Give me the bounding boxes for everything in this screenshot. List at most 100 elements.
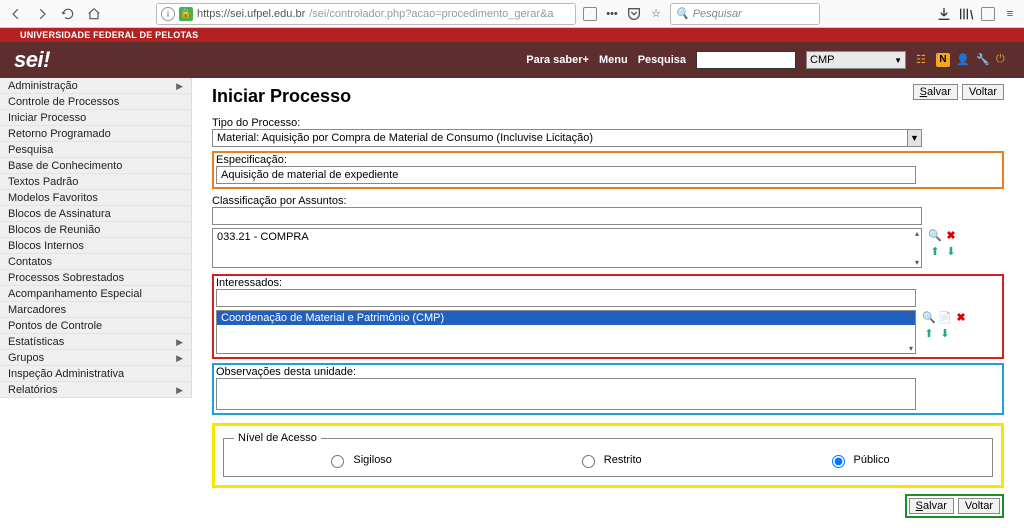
edit-icon[interactable]: 📄: [938, 310, 952, 324]
sidebar-item-0[interactable]: Administração▶: [0, 78, 191, 94]
sidebar-item-6[interactable]: Textos Padrão: [0, 174, 191, 190]
forward-button[interactable]: [32, 4, 52, 24]
classificacao-list[interactable]: 033.21 - COMPRA ▴ ▾: [212, 228, 922, 268]
logout-icon[interactable]: ⏻: [996, 53, 1010, 67]
unit-select[interactable]: CMP ▼: [806, 51, 906, 69]
sidebar-item-9[interactable]: Blocos de Reunião: [0, 222, 191, 238]
interessados-input[interactable]: [216, 289, 916, 307]
sidebar-item-label: Iniciar Processo: [8, 110, 86, 126]
search-icon[interactable]: 🔍: [928, 228, 942, 242]
user-icon[interactable]: 👤: [956, 53, 970, 67]
scroll-up-icon[interactable]: ▴: [915, 229, 921, 238]
especificacao-value: Aquisição de material de expediente: [221, 169, 398, 181]
reload-button[interactable]: [58, 4, 78, 24]
interessados-item[interactable]: Coordenação de Material e Patrimônio (CM…: [217, 311, 915, 325]
move-up-icon[interactable]: ⬆: [928, 244, 942, 258]
sidebar-item-18[interactable]: Inspeção Administrativa: [0, 366, 191, 382]
header-menu[interactable]: Menu: [599, 54, 628, 66]
news-icon[interactable]: N: [936, 53, 950, 67]
salvar-button-top[interactable]: Salvar: [913, 84, 958, 100]
sidebar-item-5[interactable]: Base de Conhecimento: [0, 158, 191, 174]
more-icon[interactable]: •••: [604, 6, 620, 22]
sidebar-icon[interactable]: [980, 6, 996, 22]
back-button[interactable]: [6, 4, 26, 24]
site-info-icon[interactable]: i: [161, 7, 175, 21]
settings-icon[interactable]: 🔧: [976, 53, 990, 67]
pocket-icon[interactable]: [626, 6, 642, 22]
sidebar-item-label: Modelos Favoritos: [8, 190, 98, 206]
voltar-button-top[interactable]: Voltar: [962, 84, 1004, 100]
nivel-fieldset: Nível de Acesso Sigiloso Restrito Públic…: [223, 432, 993, 477]
page-title: Iniciar Processo: [212, 86, 1004, 107]
remove-icon[interactable]: ✖: [954, 310, 968, 324]
radio-publico-input[interactable]: [832, 455, 845, 468]
app-logo[interactable]: sei!: [14, 47, 50, 73]
controls-icon[interactable]: ☷: [916, 53, 930, 67]
tipo-select[interactable]: Material: Aquisição por Compra de Materi…: [212, 129, 922, 147]
library-icon[interactable]: [958, 6, 974, 22]
label-classificacao: Classificação por Assuntos:: [212, 195, 1004, 207]
header-parasaber[interactable]: Para saber+: [526, 54, 589, 66]
sidebar-item-label: Contatos: [8, 254, 52, 270]
sidebar-item-label: Blocos Internos: [8, 238, 84, 254]
radio-sigiloso-input[interactable]: [331, 455, 344, 468]
sidebar-item-2[interactable]: Iniciar Processo: [0, 110, 191, 126]
sidebar-item-14[interactable]: Marcadores: [0, 302, 191, 318]
scroll-down-icon[interactable]: ▾: [909, 344, 915, 353]
highlight-interessados: Interessados: Coordenação de Material e …: [212, 274, 1004, 359]
sidebar-item-label: Retorno Programado: [8, 126, 111, 142]
header-pesquisa[interactable]: Pesquisa: [638, 54, 686, 66]
reader-icon[interactable]: [582, 6, 598, 22]
sidebar-item-8[interactable]: Blocos de Assinatura: [0, 206, 191, 222]
radio-publico[interactable]: Público: [827, 452, 890, 468]
main-content: Salvar Voltar Iniciar Processo Tipo do P…: [192, 78, 1024, 528]
sidebar-item-10[interactable]: Blocos Internos: [0, 238, 191, 254]
sidebar-item-label: Controle de Processos: [8, 94, 119, 110]
sidebar-item-7[interactable]: Modelos Favoritos: [0, 190, 191, 206]
sidebar-item-12[interactable]: Processos Sobrestados: [0, 270, 191, 286]
especificacao-input[interactable]: Aquisição de material de expediente: [216, 166, 916, 184]
sidebar-item-label: Acompanhamento Especial: [8, 286, 142, 302]
sidebar-item-17[interactable]: Grupos▶: [0, 350, 191, 366]
label-interessados: Interessados:: [216, 277, 1000, 289]
home-button[interactable]: [84, 4, 104, 24]
chevron-right-icon: ▶: [176, 78, 183, 94]
radio-sigiloso[interactable]: Sigiloso: [326, 452, 392, 468]
sidebar-item-3[interactable]: Retorno Programado: [0, 126, 191, 142]
sidebar-item-1[interactable]: Controle de Processos: [0, 94, 191, 110]
scroll-up-icon[interactable]: ▴: [909, 311, 915, 320]
header-search-input[interactable]: [696, 51, 796, 69]
highlight-observacoes: Observações desta unidade:: [212, 363, 1004, 415]
search-icon: 🔍: [675, 7, 689, 20]
radio-restrito-input[interactable]: [582, 455, 595, 468]
salvar-button-bottom[interactable]: Salvar: [909, 498, 954, 514]
interessados-list[interactable]: Coordenação de Material e Patrimônio (CM…: [216, 310, 916, 354]
classificacao-item[interactable]: 033.21 - COMPRA: [213, 229, 921, 245]
sidebar-item-19[interactable]: Relatórios▶: [0, 382, 191, 398]
sidebar-item-11[interactable]: Contatos: [0, 254, 191, 270]
label-observacoes: Observações desta unidade:: [216, 366, 1000, 378]
sidebar-item-13[interactable]: Acompanhamento Especial: [0, 286, 191, 302]
sidebar-item-16[interactable]: Estatísticas▶: [0, 334, 191, 350]
sidebar-item-15[interactable]: Pontos de Controle: [0, 318, 191, 334]
observacoes-input[interactable]: [216, 378, 916, 410]
scroll-down-icon[interactable]: ▾: [915, 258, 921, 267]
move-down-icon[interactable]: ⬇: [944, 244, 958, 258]
sidebar-item-label: Pontos de Controle: [8, 318, 102, 334]
url-host: https://sei.ufpel.edu.br: [197, 8, 305, 20]
url-path: /sei/controlador.php?acao=procedimento_g…: [309, 8, 553, 20]
app-header: sei! Para saber+ Menu Pesquisa CMP ▼ ☷ N…: [0, 42, 1024, 78]
classificacao-input[interactable]: [212, 207, 922, 225]
menu-icon[interactable]: ≡: [1002, 6, 1018, 22]
downloads-icon[interactable]: [936, 6, 952, 22]
sidebar-item-4[interactable]: Pesquisa: [0, 142, 191, 158]
radio-restrito[interactable]: Restrito: [577, 452, 642, 468]
voltar-button-bottom[interactable]: Voltar: [958, 498, 1000, 514]
bookmark-star-icon[interactable]: ☆: [648, 6, 664, 22]
search-icon[interactable]: 🔍: [922, 310, 936, 324]
move-down-icon[interactable]: ⬇: [938, 326, 952, 340]
browser-search[interactable]: 🔍 Pesquisar: [670, 3, 820, 25]
remove-icon[interactable]: ✖: [944, 228, 958, 242]
url-bar[interactable]: i 🔒 https://sei.ufpel.edu.br/sei/control…: [156, 3, 576, 25]
move-up-icon[interactable]: ⬆: [922, 326, 936, 340]
